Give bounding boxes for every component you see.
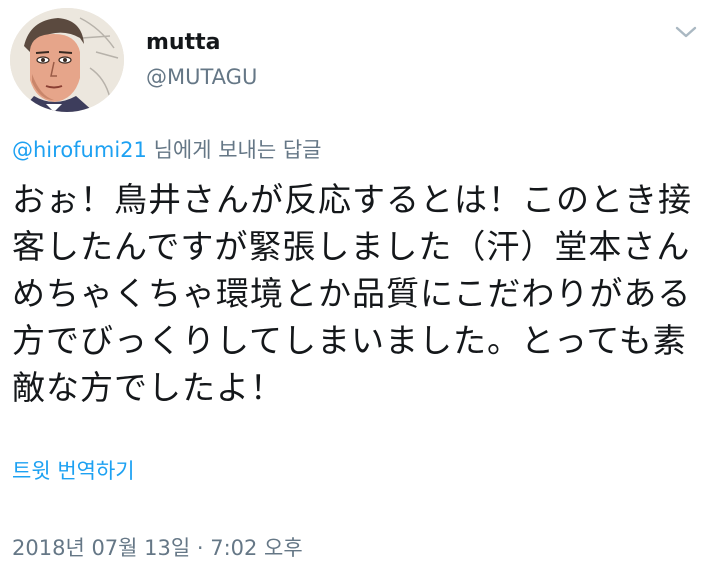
avatar[interactable]: [10, 8, 124, 112]
translate-tweet-link[interactable]: 트윗 번역하기: [12, 455, 135, 487]
reply-suffix: 님에게 보내는 답글: [146, 138, 322, 162]
reply-mention-link[interactable]: @hirofumi21: [12, 138, 147, 162]
tweet-timestamp[interactable]: 2018년 07월 13일 · 7:02 오후: [12, 532, 303, 564]
tweet: mutta @MUTAGU @hirofumi21 님에게 보내는 답글 おぉ！…: [0, 0, 720, 572]
author-handle[interactable]: @MUTAGU: [146, 62, 257, 92]
avatar-illustration: [10, 8, 124, 112]
tweet-text: おぉ！鳥井さんが反応するとは！このとき接客したんですが緊張しました（汗）堂本さん…: [12, 180, 692, 407]
author-name[interactable]: mutta: [146, 28, 220, 58]
reply-context: @hirofumi21 님에게 보내는 답글: [12, 134, 321, 166]
chevron-down-icon[interactable]: [672, 20, 700, 44]
